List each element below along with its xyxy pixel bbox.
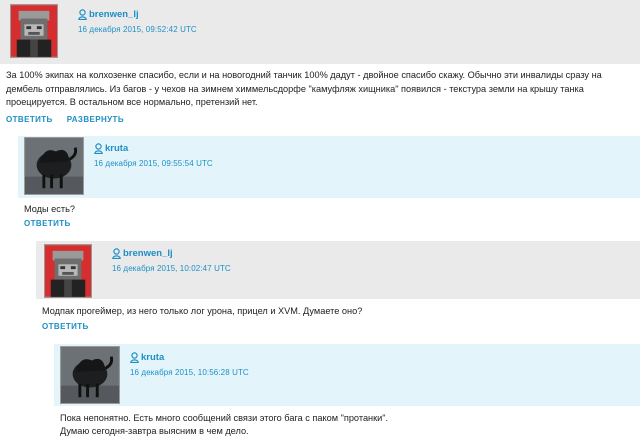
comment-header: brenwen_lj 16 декабря 2015, 10:02:47 UTC [36, 241, 640, 299]
reply-button[interactable]: ОТВЕТИТЬ [42, 322, 89, 331]
reply-button[interactable]: ОТВЕТИТЬ [24, 219, 71, 228]
comment-text: Пока непонятно. Есть много сообщений свя… [54, 412, 640, 438]
user-icon [94, 143, 103, 154]
comment-date[interactable]: 16 декабря 2015, 09:52:42 UTC [78, 25, 197, 34]
comment-header: kruta 16 декабря 2015, 10:56:28 UTC [54, 344, 640, 406]
comment-3: brenwen_lj 16 декабря 2015, 10:02:47 UTC… [36, 241, 640, 331]
comment-line: Пока непонятно. Есть много сообщений свя… [60, 413, 389, 423]
comment-line: Думаю сегодня-завтра выясним в чем дело. [60, 426, 249, 436]
username[interactable]: kruta [141, 352, 164, 363]
comment-meta: brenwen_lj 16 декабря 2015, 09:52:42 UTC [78, 9, 197, 34]
username[interactable]: brenwen_lj [123, 248, 173, 259]
user-link[interactable]: brenwen_lj [112, 248, 231, 259]
avatar[interactable] [24, 137, 84, 195]
comment-meta: kruta 16 декабря 2015, 10:56:28 UTC [130, 352, 249, 377]
reply-button[interactable]: ОТВЕТИТЬ [6, 115, 53, 124]
comment-4: kruta 16 декабря 2015, 10:56:28 UTC Пока… [54, 344, 640, 438]
username[interactable]: kruta [105, 143, 128, 154]
comment-header: kruta 16 декабря 2015, 09:55:54 UTC [18, 136, 640, 198]
comment-actions: ОТВЕТИТЬ [18, 219, 640, 228]
comment-1: brenwen_lj 16 декабря 2015, 09:52:42 UTC… [0, 0, 640, 124]
comment-2: kruta 16 декабря 2015, 09:55:54 UTC Моды… [18, 136, 640, 228]
user-link[interactable]: kruta [94, 143, 213, 154]
user-link[interactable]: brenwen_lj [78, 9, 197, 20]
user-icon [78, 9, 87, 20]
avatar-dark-cat-icon [61, 347, 119, 403]
username[interactable]: brenwen_lj [89, 9, 139, 20]
avatar-dark-cat-icon [25, 138, 83, 194]
comment-header: brenwen_lj 16 декабря 2015, 09:52:42 UTC [0, 0, 640, 64]
comment-text: Моды есть? [24, 204, 75, 214]
user-icon [112, 248, 121, 259]
comment-meta: kruta 16 декабря 2015, 09:55:54 UTC [94, 143, 213, 168]
expand-button[interactable]: РАЗВЕРНУТЬ [67, 115, 124, 124]
comment-actions: ОТВЕТИТЬ [36, 322, 640, 331]
avatar[interactable] [60, 346, 120, 404]
comment-date[interactable]: 16 декабря 2015, 10:02:47 UTC [112, 264, 231, 273]
avatar-portrait-red-icon [11, 5, 57, 57]
comment-date[interactable]: 16 декабря 2015, 10:56:28 UTC [130, 368, 249, 377]
user-icon [130, 352, 139, 363]
user-link[interactable]: kruta [130, 352, 249, 363]
comment-text: Модпак прогеймер, из него только лог уро… [42, 306, 363, 316]
avatar-portrait-red-icon [45, 245, 91, 297]
avatar[interactable] [10, 4, 58, 58]
comment-meta: brenwen_lj 16 декабря 2015, 10:02:47 UTC [112, 248, 231, 273]
comment-text: За 100% экипах на колхозенке спасибо, ес… [6, 70, 602, 107]
comment-date[interactable]: 16 декабря 2015, 09:55:54 UTC [94, 159, 213, 168]
avatar[interactable] [44, 244, 92, 298]
comment-actions: ОТВЕТИТЬ РАЗВЕРНУТЬ [0, 115, 640, 124]
